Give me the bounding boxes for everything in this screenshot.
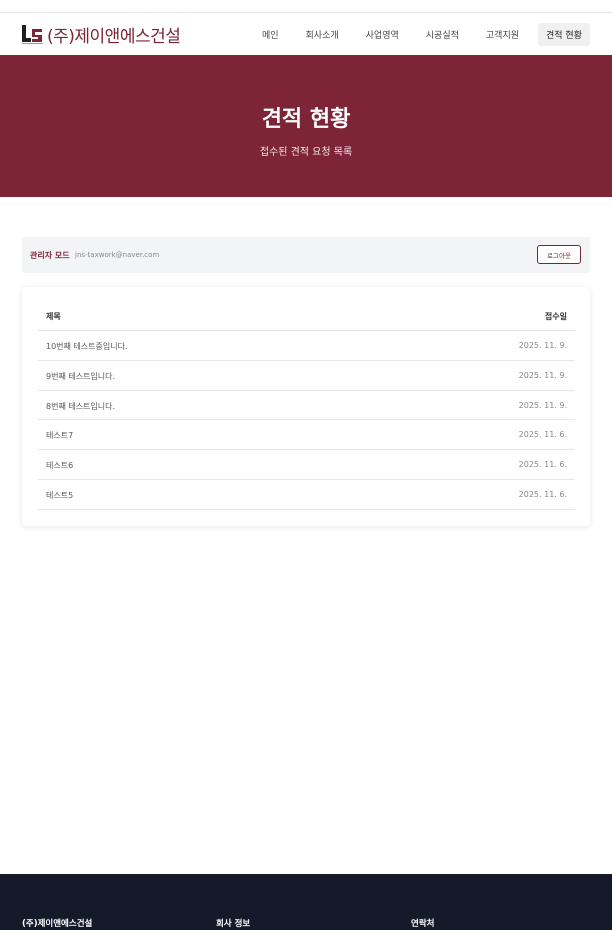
admin-email: jns-taxwork@naver.com <box>75 251 160 259</box>
nav-item-about[interactable]: 회사소개 <box>298 23 347 46</box>
nav-item-projects[interactable]: 시공실적 <box>418 23 467 46</box>
footer-info-heading: 회사 정보 <box>216 919 251 929</box>
hero-banner: 견적 현황 접수된 견적 요청 목록 <box>0 55 612 197</box>
row-date: 2025. 11. 6. <box>518 489 567 499</box>
row-title: 8번째 테스트입니다. <box>46 401 116 411</box>
logout-button[interactable]: 로그아웃 <box>537 245 581 264</box>
table-row[interactable]: 10번째 테스트중입니다. 2025. 11. 9. <box>38 331 575 361</box>
site-footer: (주)제이앤에스건설 회사 정보 연락처 <box>0 874 612 930</box>
quote-list-card: 제목 접수일 10번째 테스트중입니다. 2025. 11. 9. 9번째 테스… <box>22 287 590 526</box>
logo-mark-icon <box>22 24 44 44</box>
footer-company-heading: (주)제이앤에스건설 <box>22 919 93 929</box>
logo[interactable]: (주)제이앤에스건설 <box>22 22 181 47</box>
row-title: 테스트7 <box>46 431 74 441</box>
row-title: 9번째 테스트입니다. <box>46 371 116 381</box>
row-title: 테스트6 <box>46 461 74 471</box>
quote-table: 제목 접수일 10번째 테스트중입니다. 2025. 11. 9. 9번째 테스… <box>38 301 575 510</box>
table-row[interactable]: 테스트5 2025. 11. 6. <box>38 480 575 510</box>
site-header: (주)제이앤에스건설 메인 회사소개 사업영역 시공실적 고객지원 견적 현황 <box>0 13 612 55</box>
page-title: 견적 현황 <box>261 107 351 132</box>
row-date: 2025. 11. 9. <box>518 400 567 410</box>
row-date: 2025. 11. 9. <box>518 341 567 350</box>
admin-mode-label: 관리자 모드 <box>30 251 70 260</box>
logo-text: (주)제이앤에스건설 <box>47 26 181 47</box>
nav-item-quotes[interactable]: 견적 현황 <box>538 23 590 46</box>
row-date: 2025. 11. 6. <box>518 430 567 440</box>
column-header-date: 접수일 <box>544 312 567 321</box>
admin-bar: 관리자 모드 jns-taxwork@naver.com 로그아웃 <box>22 237 590 273</box>
main-nav: 메인 회사소개 사업영역 시공실적 고객지원 견적 현황 <box>243 23 590 46</box>
nav-item-main[interactable]: 메인 <box>254 23 287 46</box>
footer-contact-heading: 연락처 <box>411 919 435 929</box>
table-row[interactable]: 테스트7 2025. 11. 6. <box>38 420 575 451</box>
nav-item-support[interactable]: 고객지원 <box>478 23 527 46</box>
row-title: 테스트5 <box>46 490 74 500</box>
table-row[interactable]: 테스트6 2025. 11. 6. <box>38 450 575 480</box>
browser-top-line <box>0 0 612 13</box>
row-date: 2025. 11. 9. <box>518 370 567 380</box>
page-subtitle: 접수된 견적 요청 목록 <box>259 147 353 158</box>
table-row[interactable]: 9번째 테스트입니다. 2025. 11. 9. <box>38 361 575 391</box>
row-date: 2025. 11. 6. <box>518 460 567 470</box>
row-title: 10번째 테스트중입니다. <box>46 342 128 351</box>
table-header: 제목 접수일 <box>38 301 575 331</box>
column-header-title: 제목 <box>46 312 61 321</box>
nav-item-business[interactable]: 사업영역 <box>358 23 407 46</box>
table-row[interactable]: 8번째 테스트입니다. 2025. 11. 9. <box>38 391 575 421</box>
